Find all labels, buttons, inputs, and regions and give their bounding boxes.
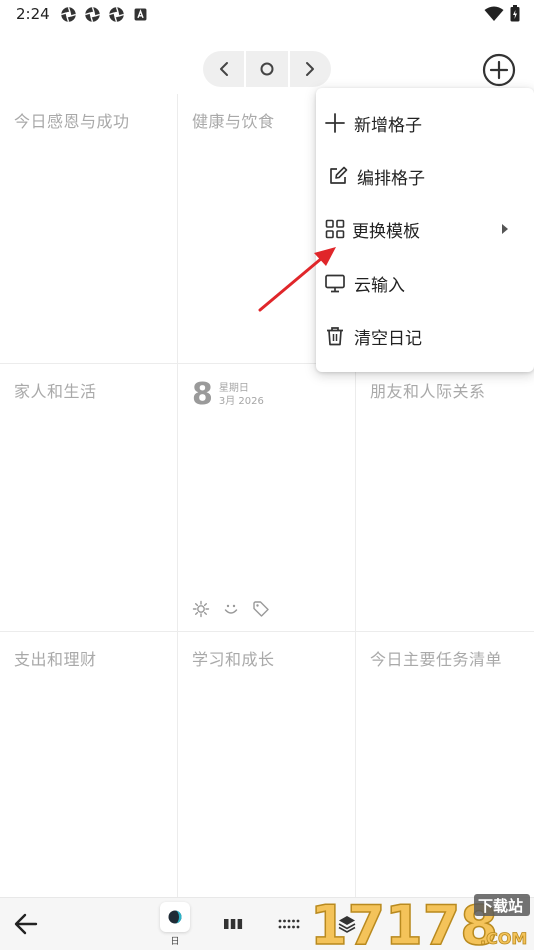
battery-icon <box>510 5 520 22</box>
plus-circle-icon <box>482 53 516 87</box>
cell-title: 学习和成长 <box>192 650 275 669</box>
status-bar: 2:24 <box>0 0 534 30</box>
cell-title: 家人和生活 <box>14 382 97 401</box>
day-tile <box>160 902 190 932</box>
status-time: 2:24 <box>16 5 50 23</box>
date-navigation <box>203 51 331 87</box>
sun-icon[interactable] <box>192 600 210 618</box>
watermark-site: 下载站 <box>478 897 523 915</box>
menu-label: 云输入 <box>354 275 405 296</box>
aperture-icon <box>85 7 100 22</box>
chevron-left-icon <box>219 62 228 76</box>
plus-icon <box>325 113 345 133</box>
date-detail: 星期日 3月 2026 <box>219 380 264 408</box>
status-system-icons <box>484 5 520 22</box>
week-view-button[interactable] <box>220 912 246 936</box>
menu-label: 编排格子 <box>357 168 425 189</box>
menu-label: 更换模板 <box>352 221 420 242</box>
add-button[interactable] <box>482 53 516 87</box>
tag-icon[interactable] <box>252 600 270 618</box>
cell-title: 健康与饮食 <box>192 112 275 131</box>
trash-icon <box>327 327 343 346</box>
back-button[interactable] <box>12 910 40 938</box>
date-display: 8 星期日 3月 2026 <box>192 380 264 410</box>
date-cell[interactable]: 8 星期日 3月 2026 <box>178 364 356 632</box>
grid-icon <box>325 219 345 239</box>
circle-icon <box>260 62 274 76</box>
grid-cell[interactable]: 家人和生活 <box>0 364 178 632</box>
menu-item-add-cell[interactable]: 新增格子 <box>316 96 534 150</box>
grid-cell[interactable]: 学习和成长 <box>178 632 356 897</box>
grid-cell[interactable]: 朋友和人际关系 <box>356 364 534 632</box>
month-view-button[interactable] <box>276 912 302 936</box>
aperture-icon <box>61 7 76 22</box>
menu-item-arrange-cells[interactable]: 编排格子 <box>316 149 534 203</box>
cell-title: 今日主要任务清单 <box>370 650 503 669</box>
date-cell-icons <box>192 600 270 618</box>
a-badge-icon <box>134 8 147 21</box>
wifi-icon <box>484 6 504 21</box>
cell-title: 朋友和人际关系 <box>370 382 486 401</box>
status-notification-icons <box>60 6 149 23</box>
site-watermark: 17178 下载站 .COM <box>310 893 530 950</box>
menu-label: 清空日记 <box>354 328 422 349</box>
cell-title: 支出和理财 <box>14 650 97 669</box>
date-weekday: 星期日 <box>218 383 249 394</box>
next-day-button[interactable] <box>287 51 331 87</box>
aperture-icon <box>109 7 124 22</box>
menu-label: 新增格子 <box>354 115 422 136</box>
edit-icon <box>330 166 348 184</box>
watermark-number: 17178 <box>310 894 498 950</box>
date-month-year: 3月 2026 <box>218 396 264 407</box>
chevron-right-icon <box>306 62 315 76</box>
overflow-menu: 新增格子 编排格子 更换模板 云输入 清空日记 <box>316 88 534 372</box>
smile-icon[interactable] <box>222 600 240 618</box>
date-day: 8 <box>192 377 213 412</box>
day-view-label: 日 <box>170 937 180 947</box>
moon-phase-icon <box>168 910 182 924</box>
arrow-left-icon <box>14 913 38 935</box>
day-view-button[interactable]: 日 <box>160 902 190 947</box>
submenu-arrow-icon <box>502 224 508 234</box>
cell-title: 今日感恩与成功 <box>14 112 130 131</box>
today-button[interactable] <box>244 51 287 87</box>
grid-cell[interactable]: 今日主要任务清单 <box>356 632 534 897</box>
columns-icon <box>224 919 243 929</box>
prev-day-button[interactable] <box>203 51 244 87</box>
dots-grid-icon <box>278 919 300 929</box>
grid-cell[interactable]: 支出和理财 <box>0 632 178 897</box>
grid-cell[interactable]: 今日感恩与成功 <box>0 94 178 364</box>
watermark-domain: .COM <box>480 929 527 948</box>
annotation-arrow-icon <box>258 247 336 312</box>
